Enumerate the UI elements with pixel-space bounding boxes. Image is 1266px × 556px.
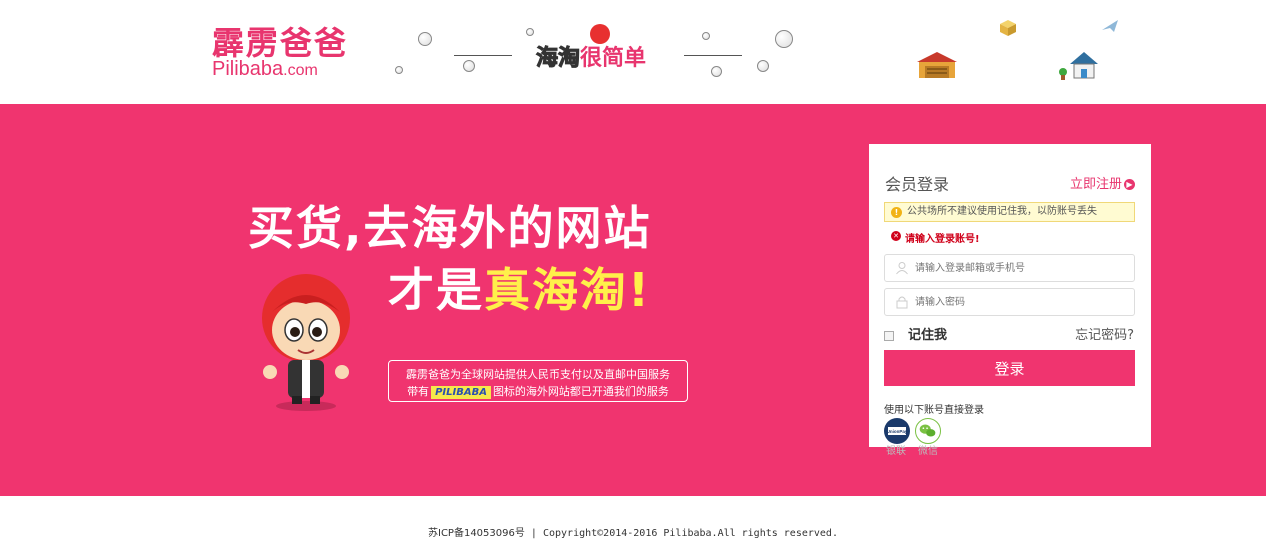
headline-line2-highlight: 真海淘! [484,263,651,317]
house-icon [1070,52,1098,79]
unionpay-icon: UnionPay [885,419,909,443]
account-field [884,254,1135,282]
register-label: 立即注册 [1069,177,1122,192]
error-icon: ✕ [891,231,901,241]
user-icon [896,262,908,275]
plane-icon [1102,20,1118,32]
lock-icon [896,296,908,309]
info-line2: 带有 PILIBABA 图标的海外网站都已开通我们的服务 [389,383,687,400]
header-slogan: 海淘很简单 [535,40,647,72]
site-header: 霹雳爸爸 Pilibaba.com 海淘很简单 [0,0,1266,104]
headline-line2: 才是真海淘! [388,254,651,320]
service-info-box: 霹雳爸爸为全球网站提供人民币支付以及直邮中国服务 带有 PILIBABA 图标的海外… [388,360,688,402]
password-input[interactable] [915,289,1130,315]
login-panel: 会员登录 立即注册 ▶ ! 公共场所不建议使用记住我，以防账号丢失 ✕ 请输入登录… [869,144,1151,457]
headline-line2-prefix: 才是 [388,263,484,317]
public-warning-notice: ! 公共场所不建议使用记住我，以防账号丢失 [884,202,1135,222]
remember-label[interactable]: 记住我 [908,328,947,343]
unionpay-label: 银联 [886,446,906,457]
account-input[interactable] [915,255,1130,281]
bubble-decoration [463,60,475,72]
warning-text: 公共场所不建议使用记住我，以防账号丢失 [907,206,1097,217]
bubble-decoration [757,60,769,72]
copyright-text: Copyright©2014-2016 Pilibaba.All rights … [542,528,838,539]
wechat-login-button[interactable] [915,418,941,444]
third-party-title: 使用以下账号直接登录 [884,405,984,416]
slogan-divider-left [454,55,512,56]
warning-icon: ! [891,207,902,218]
site-footer: 苏ICP备14053096号 | Copyright©2014-2016 Pil… [0,524,1266,539]
remember-checkbox[interactable] [884,330,894,341]
slogan-divider-right [684,55,742,56]
unionpay-badge-text: UnionPay [887,429,908,434]
bubble-decoration [418,32,432,46]
login-button[interactable]: 登录 [884,350,1135,386]
logo-english-suffix: .com [283,62,318,79]
forgot-password-link[interactable]: 忘记密码? [1075,324,1134,343]
info-line1: 霹雳爸爸为全球网站提供人民币支付以及直邮中国服务 [406,368,670,381]
bubble-decoration [775,30,793,48]
icp-number[interactable]: 苏ICP备14053096号 [428,528,525,539]
logo-english[interactable]: Pilibaba.com [212,58,318,81]
pilibaba-badge: PILIBABA [431,386,491,399]
remember-me: 记住我 [884,324,947,343]
bubble-decoration [395,66,403,74]
mascot-illustration [262,274,350,411]
bubble-decoration [526,28,534,36]
unionpay-login-button[interactable]: UnionPay [884,418,910,444]
wechat-label: 微信 [918,446,938,457]
info-line2-suffix: 图标的海外网站都已开通我们的服务 [492,385,669,398]
info-line2-prefix: 带有 [407,385,430,398]
bubble-decoration [711,66,722,77]
logo-english-main: Pilibaba [212,58,284,80]
wechat-icon [919,424,936,437]
slogan-outline-text: 海淘 [535,46,581,72]
error-text: 请输入登录账号! [905,234,980,245]
slogan-main-text: 很简单 [580,46,647,71]
login-title: 会员登录 [885,175,950,194]
register-link[interactable]: 立即注册 ▶ [1070,173,1135,192]
password-field [884,288,1135,316]
error-message: ✕ 请输入登录账号! [891,230,980,245]
warehouse-icon [917,52,957,78]
plant-icon [1059,68,1067,80]
footer-separator: | [530,528,537,539]
arrow-right-icon: ▶ [1124,179,1135,190]
box-icon [1000,20,1016,36]
headline-line1: 买货,去海外的网站 [248,201,652,255]
bubble-decoration [702,32,710,40]
hero-banner: 买货,去海外的网站 才是真海淘! 霹雳爸爸为全球网站提供人民币支付以及直邮中国服… [0,104,1266,496]
